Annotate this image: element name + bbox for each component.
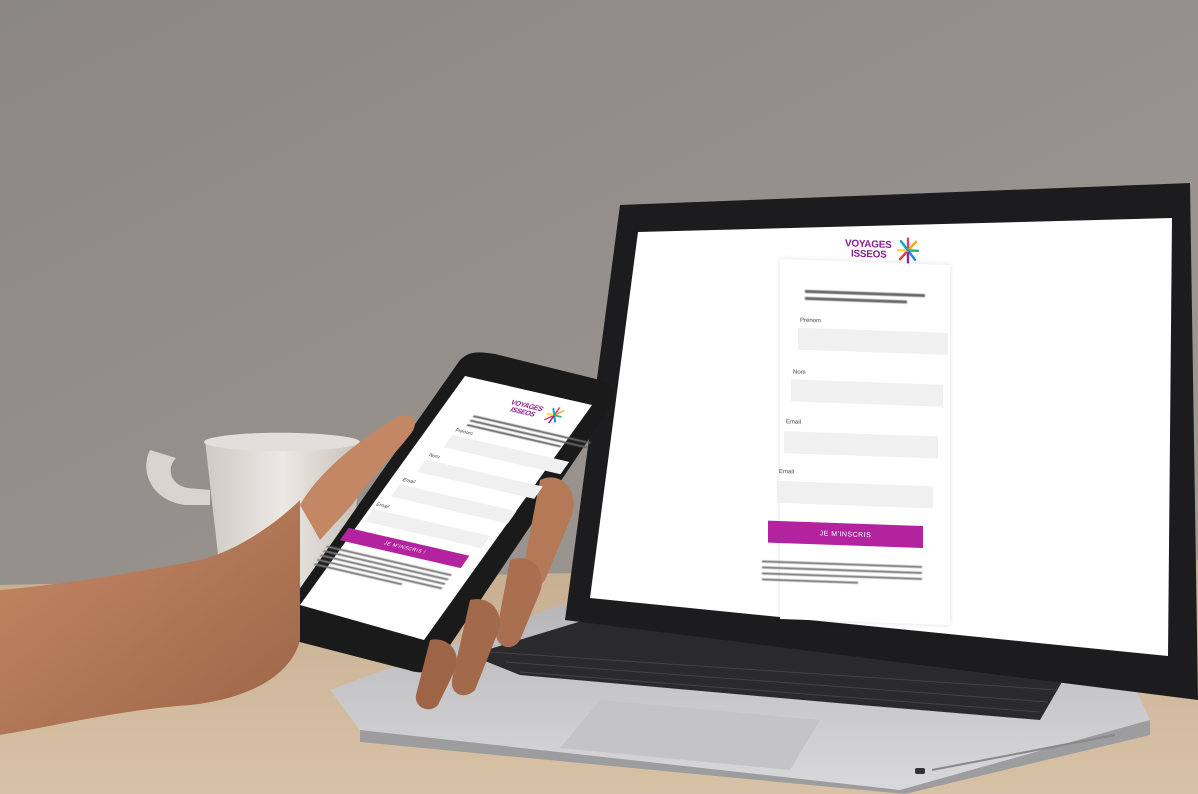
photo-background	[0, 0, 1198, 794]
phone-field-label-2: Nom	[427, 452, 442, 461]
laptop-submit-label: JE M'INSCRIS	[819, 529, 872, 539]
laptop-field-label-4: Email	[779, 468, 795, 476]
laptop-signup-form: VOYAGES ISSEOS Prénom Nom Email Email JE…	[760, 237, 970, 625]
laptop-field-label-1: Prénom	[800, 317, 822, 325]
phone-submit-label: JE M'INSCRIS !	[382, 540, 428, 556]
starburst-icon	[897, 237, 919, 264]
photo-scene: VOYAGES ISSEOS Prénom Nom Email Email JE…	[0, 0, 1198, 794]
laptop-brand-logo: VOYAGES ISSEOS	[845, 237, 925, 266]
laptop-field-label-2: Nom	[793, 369, 806, 376]
phone-field-label-4: Email	[374, 501, 391, 510]
laptop-field-label-3: Email	[786, 419, 802, 426]
phone-field-label-3: Email	[400, 477, 417, 486]
